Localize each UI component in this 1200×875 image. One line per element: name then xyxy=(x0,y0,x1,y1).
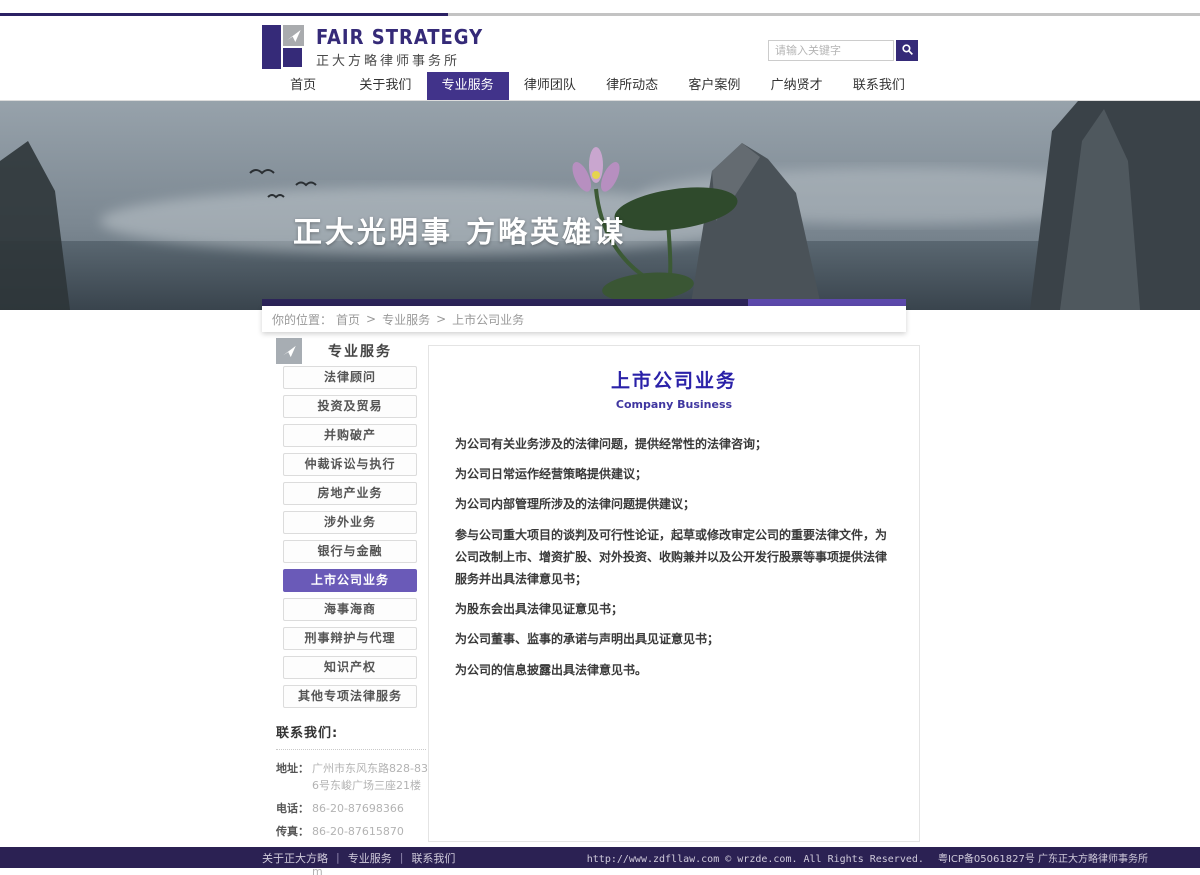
search-bar xyxy=(768,40,918,61)
contact-row-address: 地址： 广州市东风东路828-836号东峻广场三座21楼 xyxy=(276,760,436,794)
logo-mark xyxy=(262,25,306,69)
sidebar-item-listed-company[interactable]: 上市公司业务 xyxy=(283,569,417,592)
sidebar-title: 专业服务 xyxy=(328,341,392,361)
article-paragraph: 为公司日常运作经营策略提供建议； xyxy=(455,463,893,485)
sidebar-menu: 法律顾问 投资及贸易 并购破产 仲裁诉讼与执行 房地产业务 涉外业务 银行与金融… xyxy=(283,366,417,714)
banner-accent-light xyxy=(748,299,906,306)
nav-item-services[interactable]: 专业服务 xyxy=(427,72,509,100)
banner-scenery xyxy=(0,101,1200,310)
search-button[interactable] xyxy=(896,40,918,61)
sidebar-item-banking-finance[interactable]: 银行与金融 xyxy=(283,540,417,563)
logo[interactable]: FAIR STRATEGY 正大方略律师事务所 xyxy=(262,25,483,69)
breadcrumb: 你的位置： 首页 > 专业服务 > 上市公司业务 xyxy=(262,306,906,332)
page-title: 上市公司业务 xyxy=(429,366,919,393)
sidebar-item-ip[interactable]: 知识产权 xyxy=(283,656,417,679)
nav-item-careers[interactable]: 广纳贤才 xyxy=(756,72,838,100)
breadcrumb-separator: > xyxy=(436,312,446,326)
article-paragraph: 为公司董事、监事的承诺与声明出具见证意见书； xyxy=(455,628,893,650)
breadcrumb-current[interactable]: 上市公司业务 xyxy=(452,311,524,328)
hero-slogan: 正大光明事 方略英雄谋 xyxy=(293,209,626,251)
footer: 关于正大方略 | 专业服务 | 联系我们 http://www.zdfllaw.… xyxy=(0,847,1200,868)
sidebar-item-other-services[interactable]: 其他专项法律服务 xyxy=(283,685,417,708)
sidebar-item-criminal[interactable]: 刑事辩护与代理 xyxy=(283,627,417,650)
paper-plane-icon xyxy=(276,338,302,364)
footer-links: 关于正大方略 | 专业服务 | 联系我们 xyxy=(262,850,455,866)
sidebar-item-maritime[interactable]: 海事海商 xyxy=(283,598,417,621)
breadcrumb-prefix: 你的位置： xyxy=(272,311,332,328)
search-input[interactable] xyxy=(768,40,894,61)
footer-link-about[interactable]: 关于正大方略 xyxy=(262,850,328,866)
paper-plane-icon xyxy=(283,25,304,46)
sidebar-item-legal-advisor[interactable]: 法律顾问 xyxy=(283,366,417,389)
nav-item-cases[interactable]: 客户案例 xyxy=(673,72,755,100)
breadcrumb-home[interactable]: 首页 xyxy=(336,311,360,328)
sidebar-item-investment-trade[interactable]: 投资及贸易 xyxy=(283,395,417,418)
article-paragraph: 参与公司重大项目的谈判及可行性论证，起草或修改审定公司的重要法律文件，为公司改制… xyxy=(455,524,893,591)
footer-separator: | xyxy=(336,851,340,864)
contact-label: 地址： xyxy=(276,760,312,794)
sidebar-header: 专业服务 xyxy=(262,338,430,364)
contact-divider xyxy=(276,749,426,750)
breadcrumb-separator: > xyxy=(366,312,376,326)
nav-item-about[interactable]: 关于我们 xyxy=(344,72,426,100)
contact-label: 电话： xyxy=(276,800,312,817)
article-paragraph: 为公司的信息披露出具法律意见书。 xyxy=(455,659,893,681)
article-paragraph: 为公司有关业务涉及的法律问题，提供经常性的法律咨询； xyxy=(455,433,893,455)
contact-value: 86-20-87615870 xyxy=(312,823,434,840)
contact-value: 广州市东风东路828-836号东峻广场三座21楼 xyxy=(312,760,434,794)
logo-name-en: FAIR STRATEGY xyxy=(316,26,483,48)
page-subtitle: Company Business xyxy=(429,398,919,411)
breadcrumb-services[interactable]: 专业服务 xyxy=(382,311,430,328)
banner-accent-dark xyxy=(262,299,748,306)
article-paragraph: 为公司内部管理所涉及的法律问题提供建议； xyxy=(455,493,893,515)
icp-number: 粤ICP备05061827号 广东正大方略律师事务所 xyxy=(938,854,1148,865)
contact-value: 86-20-87698366 xyxy=(312,800,434,817)
contact-heading: 联系我们: xyxy=(276,722,436,741)
header: FAIR STRATEGY 正大方略律师事务所 xyxy=(0,16,1200,72)
article-paragraph: 为股东会出具法律见证意见书； xyxy=(455,598,893,620)
contact-label: 传真： xyxy=(276,823,312,840)
footer-copyright: http://www.zdfllaw.com © wrzde.com. All … xyxy=(587,850,1148,865)
content-panel: 上市公司业务 Company Business 为公司有关业务涉及的法律问题，提… xyxy=(428,345,920,842)
footer-separator: | xyxy=(400,851,404,864)
logo-block-bottom xyxy=(283,48,302,67)
footer-link-services[interactable]: 专业服务 xyxy=(348,850,392,866)
nav-item-home[interactable]: 首页 xyxy=(262,72,344,100)
search-icon xyxy=(901,43,914,59)
article-body: 为公司有关业务涉及的法律问题，提供经常性的法律咨询； 为公司日常运作经营策略提供… xyxy=(429,411,919,681)
logo-block-left xyxy=(262,25,281,69)
sidebar-item-ma-bankruptcy[interactable]: 并购破产 xyxy=(283,424,417,447)
contact-row-fax: 传真： 86-20-87615870 xyxy=(276,823,436,840)
logo-text: FAIR STRATEGY 正大方略律师事务所 xyxy=(316,26,483,69)
nav-item-lawyers[interactable]: 律师团队 xyxy=(509,72,591,100)
nav-item-news[interactable]: 律所动态 xyxy=(591,72,673,100)
hero-banner: 正大光明事 方略英雄谋 xyxy=(0,101,1200,310)
contact-row-phone: 电话： 86-20-87698366 xyxy=(276,800,436,817)
footer-link-contact[interactable]: 联系我们 xyxy=(411,850,455,866)
sidebar-item-arbitration[interactable]: 仲裁诉讼与执行 xyxy=(283,453,417,476)
sidebar-item-real-estate[interactable]: 房地产业务 xyxy=(283,482,417,505)
logo-name-zh: 正大方略律师事务所 xyxy=(316,50,483,69)
main-nav: 首页 关于我们 专业服务 律师团队 律所动态 客户案例 广纳贤才 联系我们 xyxy=(262,72,920,100)
copyright-text: http://www.zdfllaw.com © wrzde.com. All … xyxy=(587,854,924,865)
sidebar-item-foreign[interactable]: 涉外业务 xyxy=(283,511,417,534)
nav-item-contact[interactable]: 联系我们 xyxy=(838,72,920,100)
